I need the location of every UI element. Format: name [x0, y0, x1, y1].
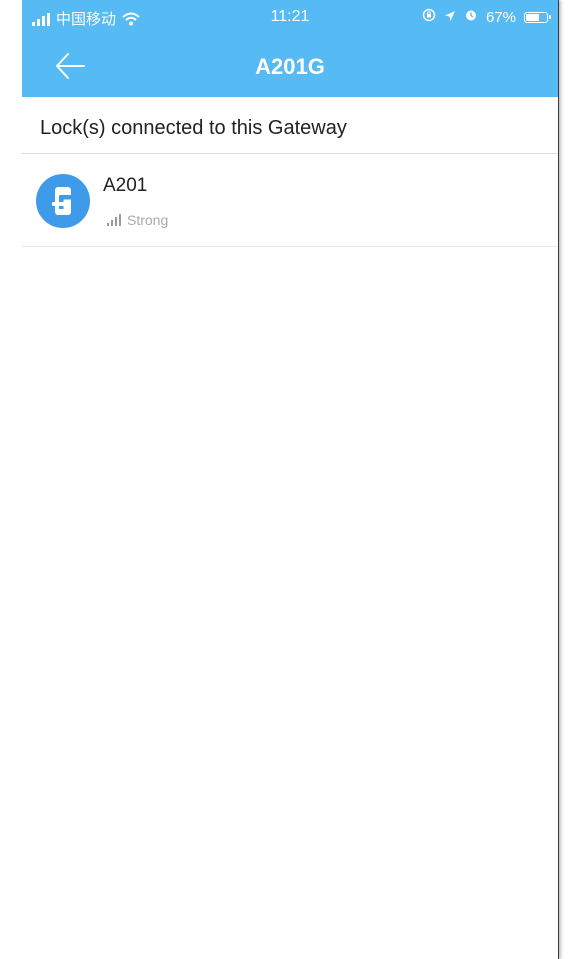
lock-list-item[interactable]: A201 Strong [22, 155, 558, 247]
signal-strength-icon [107, 214, 121, 226]
signal-status: Strong [107, 212, 168, 228]
nav-bar: A201G [22, 40, 558, 92]
phone-screen: 中国移动 11:21 67% A201G Lock(s) connected t… [22, 0, 559, 959]
battery-nub [549, 14, 551, 19]
door-lock-icon [52, 187, 72, 215]
page-title: A201G [255, 54, 325, 79]
battery-percent: 67% [485, 8, 516, 26]
location-icon [444, 9, 456, 26]
section-header: Lock(s) connected to this Gateway [22, 97, 558, 154]
lock-name: A201 [103, 175, 148, 196]
battery-fill [526, 13, 539, 21]
battery-icon [524, 11, 551, 23]
status-right: 67% [422, 8, 551, 26]
signal-label: Strong [127, 212, 169, 228]
status-bar: 中国移动 11:21 67% [22, 4, 558, 30]
alarm-icon [464, 8, 478, 26]
avatar [36, 174, 90, 228]
app-header: 中国移动 11:21 67% A201G [22, 0, 558, 97]
section-title: Lock(s) connected to this Gateway [40, 117, 347, 139]
rotation-lock-icon [422, 8, 436, 26]
